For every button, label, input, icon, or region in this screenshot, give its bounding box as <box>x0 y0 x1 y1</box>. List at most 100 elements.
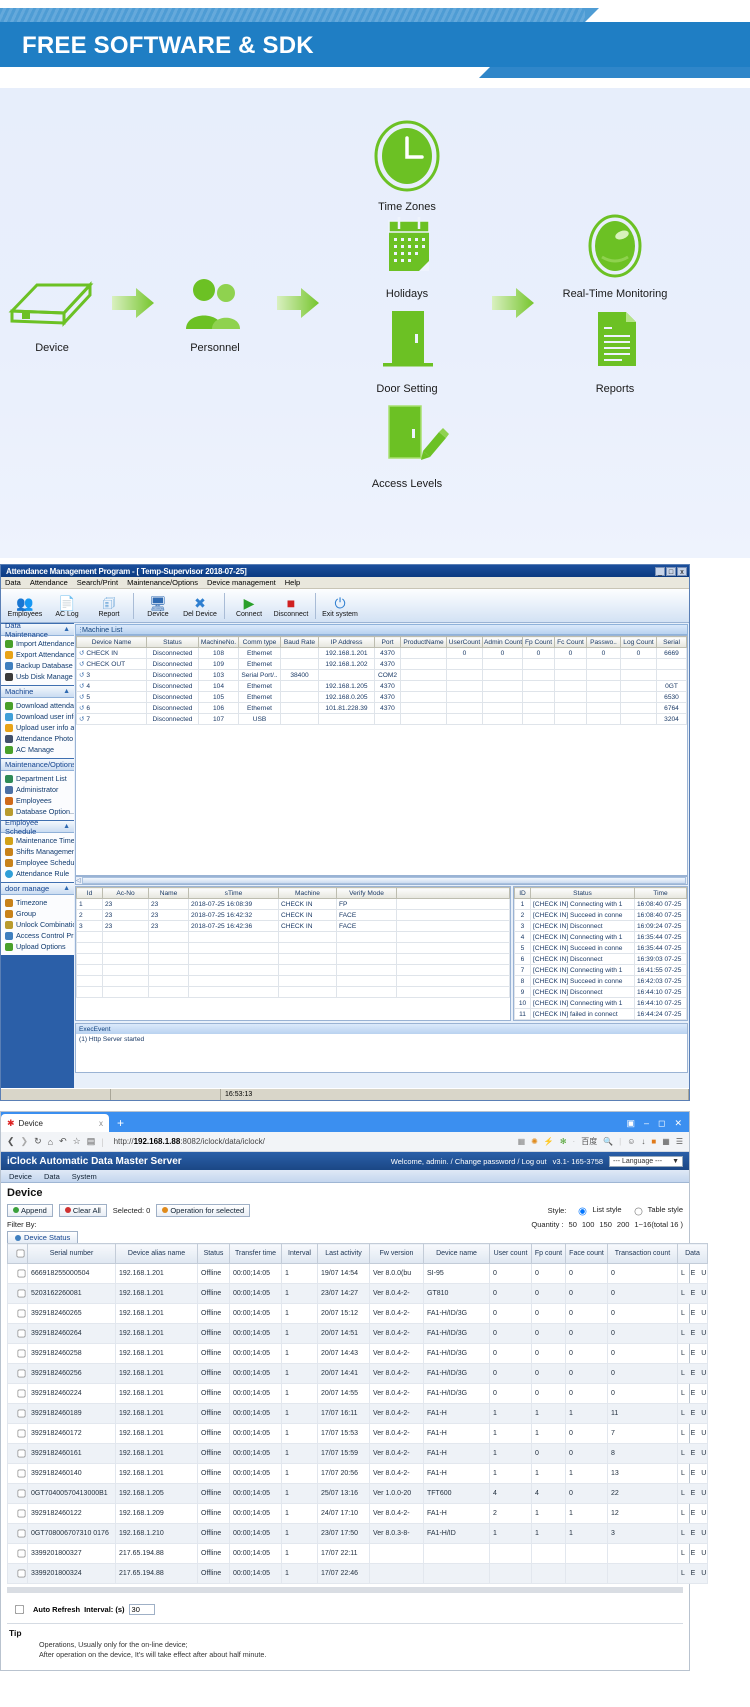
minimize-button[interactable]: _ <box>655 566 665 576</box>
status-grid-row[interactable]: 10 [CHECK IN] Connecting with 1 16:44:10 0… <box>514 997 687 1009</box>
device-table-row[interactable]: 3929182460224 192.168.1.201 Offline 00:00;1… <box>7 1383 708 1404</box>
col-device-name[interactable]: Device name <box>423 1243 490 1264</box>
sidebar-item-employees[interactable]: Employees <box>1 795 74 806</box>
iclock-menu-data[interactable]: Data <box>44 1172 60 1181</box>
chevron-up-icon[interactable]: ▲ <box>63 688 70 695</box>
device-table-row[interactable]: 3929182460265 192.168.1.201 Offline 00:00;1… <box>7 1303 708 1324</box>
device-table-row[interactable]: 3929182460122 192.168.1.209 Offline 00:00;1… <box>7 1503 708 1524</box>
row-checkbox[interactable] <box>17 1349 26 1358</box>
device-table-row[interactable]: 3929182460256 192.168.1.201 Offline 00:00;1… <box>7 1363 708 1384</box>
cell-row-checkbox[interactable] <box>7 1483 28 1504</box>
row-checkbox[interactable] <box>17 1269 26 1278</box>
chevron-up-icon[interactable]: ▲ <box>63 885 70 892</box>
col-stime[interactable]: sTime <box>188 887 279 899</box>
col-id[interactable]: Id <box>76 887 103 899</box>
machine-list-row[interactable]: ↺ CHECK IN Disconnected 108 Ethernet 192.168… <box>76 647 687 659</box>
status-grid-panel[interactable]: ID Status Time 1 [CHECK IN] Connecting wi… <box>513 886 688 1021</box>
back-icon[interactable]: ❮ <box>7 1136 15 1147</box>
row-checkbox[interactable] <box>17 1289 26 1298</box>
quantity-option-200[interactable]: 200 <box>617 1220 630 1229</box>
log-grid-row[interactable]: 2 23 23 2018-07-25 16:42:32 CHECK IN FACE <box>76 909 510 921</box>
style-option-list[interactable]: List style <box>571 1202 622 1218</box>
cell-row-checkbox[interactable] <box>7 1343 28 1364</box>
row-checkbox[interactable] <box>17 1429 26 1438</box>
col-last-activity[interactable]: Last activity <box>317 1243 370 1264</box>
sidebar-item-department-list[interactable]: Department List <box>1 773 74 784</box>
menu-item-search-print[interactable]: Search/Print <box>77 578 118 587</box>
row-checkbox[interactable] <box>17 1529 26 1538</box>
menu-item-help[interactable]: Help <box>285 578 300 587</box>
row-checkbox[interactable] <box>17 1389 26 1398</box>
iclock-menu-device[interactable]: Device <box>9 1172 32 1181</box>
search-icon[interactable]: 🔍 <box>603 1137 613 1146</box>
status-grid-row[interactable]: 7 [CHECK IN] Connecting with 1 16:41:55 07… <box>514 964 687 976</box>
toolbar-device-button[interactable]: 🖥 Device <box>137 594 179 618</box>
status-grid-row[interactable]: 1 [CHECK IN] Connecting with 1 16:08:40 07… <box>514 898 687 910</box>
col-password[interactable]: Passwo.. <box>586 636 621 648</box>
col-name[interactable]: Name <box>148 887 189 899</box>
cell-row-checkbox[interactable] <box>7 1543 28 1564</box>
sidebar-item-shifts-management[interactable]: Shifts Management <box>1 846 74 857</box>
col-user-count[interactable]: UserCount <box>446 636 483 648</box>
sidebar-group-header[interactable]: Employee Schedule ▲ <box>1 818 74 836</box>
cell-row-checkbox[interactable] <box>7 1423 28 1444</box>
device-table-row[interactable]: 3929182460189 192.168.1.201 Offline 00:00;1… <box>7 1403 708 1424</box>
device-table-hscrollbar[interactable] <box>7 1587 683 1593</box>
device-table-row[interactable]: 3929182460161 192.168.1.201 Offline 00:00;1… <box>7 1443 708 1464</box>
status-grid-row[interactable]: 2 [CHECK IN] Succeed in conne 16:08:40 07-… <box>514 909 687 921</box>
status-grid-row[interactable]: 6 [CHECK IN] Disconnect 16:39:03 07-25 <box>514 953 687 965</box>
sidebar-item-timezone[interactable]: Timezone <box>1 897 74 908</box>
scroll-thumb[interactable] <box>81 877 686 884</box>
col-face-count[interactable]: Face count <box>565 1243 608 1264</box>
device-table-row[interactable]: 3929182460264 192.168.1.201 Offline 00:00;1… <box>7 1323 708 1344</box>
device-table-row[interactable]: 3399201800327 217.65.194.88 Offline 00:00;1… <box>7 1543 708 1564</box>
col-device-name[interactable]: Device Name <box>76 636 147 648</box>
status-grid-row[interactable]: 8 [CHECK IN] Succeed in conne 16:42:03 07-… <box>514 975 687 987</box>
device-table-row[interactable]: 5203162260081 192.168.1.201 Offline 00:00;1… <box>7 1283 708 1304</box>
shield-icon[interactable]: ✺ <box>531 1137 538 1146</box>
sidebar-group-header[interactable]: Machine ▲ <box>1 685 74 698</box>
device-table-row[interactable]: 0GT70400570413000B1 192.168.1.205 Offline 0… <box>7 1483 708 1504</box>
row-checkbox[interactable] <box>17 1329 26 1338</box>
sidebar-item-attendance-rule[interactable]: Attendance Rule <box>1 868 74 879</box>
toolbar-report-button[interactable]: 🗊 Report <box>88 594 130 618</box>
menu-icon[interactable]: ☰ <box>676 1137 683 1146</box>
machine-list-row[interactable]: ↺ 7 Disconnected 107 USB 3204 <box>76 713 687 725</box>
sidebar-item-download-user-info-and-fp[interactable]: Download user info and Fp <box>1 711 74 722</box>
sidebar-item-export-attendance-checking-data[interactable]: Export Attendance Checking Data <box>1 649 74 660</box>
cell-row-checkbox[interactable] <box>7 1303 28 1324</box>
col-status-text[interactable]: Status <box>530 887 635 899</box>
toolbar-ac-log-button[interactable]: 📄 AC Log <box>46 594 88 618</box>
maximize-button[interactable]: □ <box>666 566 676 576</box>
cell-row-checkbox[interactable] <box>7 1503 28 1524</box>
account-icon[interactable]: ☺ <box>627 1137 635 1146</box>
device-table-row[interactable]: 0GT708006707310 0176 192.168.1.210 Offline… <box>7 1523 708 1544</box>
maximize-icon[interactable]: ◻ <box>658 1118 665 1129</box>
device-table-row[interactable]: 666918255000504 192.168.1.201 Offline 00:00… <box>7 1263 708 1284</box>
lightning-icon[interactable]: ⚡ <box>544 1137 554 1146</box>
extension-icon[interactable]: ■ <box>651 1137 656 1146</box>
clear-all-button[interactable]: Clear All <box>58 1203 107 1217</box>
col-admin-count[interactable]: Admin Count <box>482 636 523 648</box>
row-checkbox[interactable] <box>17 1469 26 1478</box>
device-table-row[interactable]: 3929182460172 192.168.1.201 Offline 00:00;1… <box>7 1423 708 1444</box>
col-port[interactable]: Port <box>374 636 401 648</box>
sidebar-item-group[interactable]: Group <box>1 908 74 919</box>
cell-row-checkbox[interactable] <box>7 1363 28 1384</box>
col-comm-type[interactable]: Comm type <box>238 636 281 648</box>
col-interval[interactable]: Interval <box>281 1243 318 1264</box>
row-checkbox[interactable] <box>17 1509 26 1518</box>
col-select-all[interactable] <box>7 1243 28 1264</box>
device-table-row[interactable]: 3399201800324 217.65.194.88 Offline 00:00;1… <box>7 1563 708 1584</box>
log-grid-panel[interactable]: Id Ac-No Name sTime Machine Verify Mode … <box>75 886 511 1021</box>
col-baud-rate[interactable]: Baud Rate <box>280 636 319 648</box>
iclock-menu-system[interactable]: System <box>72 1172 97 1181</box>
status-grid-row[interactable]: 4 [CHECK IN] Connecting with 1 16:35:44 07… <box>514 931 687 943</box>
sidebar-item-maintenance-timetables[interactable]: Maintenance Timetables <box>1 835 74 846</box>
apps-icon[interactable]: ▦ <box>662 1137 670 1146</box>
col-fw-version[interactable]: Fw version <box>369 1243 424 1264</box>
col-serial-number[interactable]: Serial number <box>27 1243 116 1264</box>
machine-list-row[interactable]: ↺ 6 Disconnected 106 Ethernet 101.81.228.39 4… <box>76 702 687 714</box>
chevron-up-icon[interactable]: ▲ <box>63 626 70 633</box>
col-ip-address[interactable]: IP Address <box>318 636 375 648</box>
